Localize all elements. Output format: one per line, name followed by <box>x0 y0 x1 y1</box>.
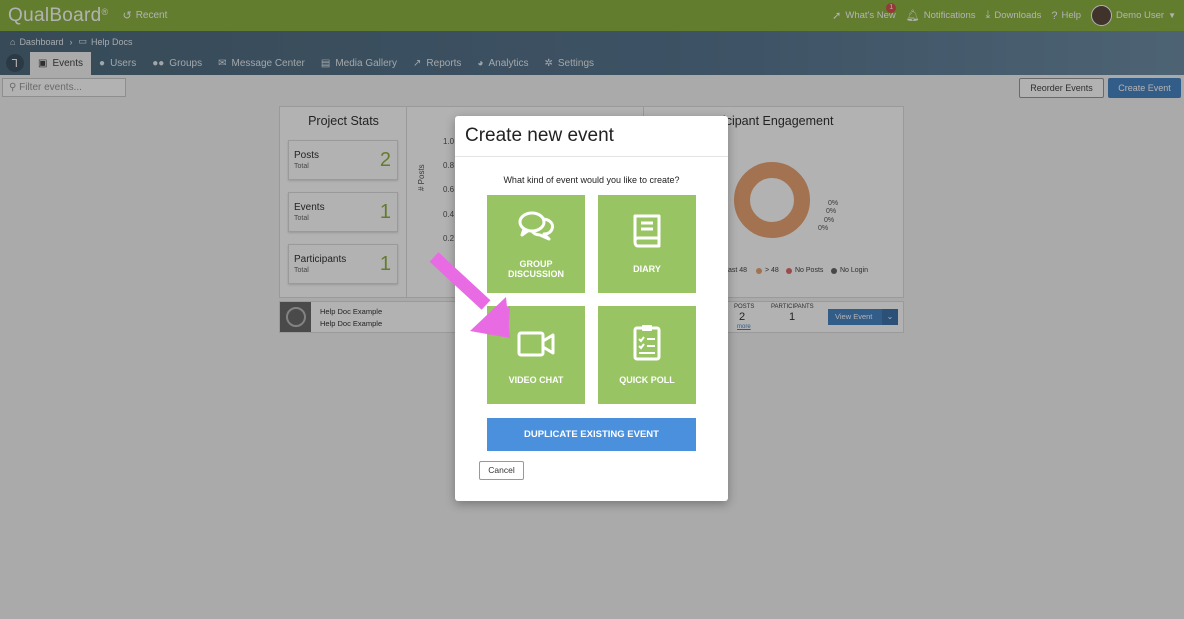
diary-tile[interactable]: DIARY <box>598 195 696 293</box>
quick-poll-tile[interactable]: QUICK POLL <box>598 306 696 404</box>
video-chat-tile[interactable]: VIDEO CHAT <box>487 306 585 404</box>
chat-bubbles-icon <box>518 211 554 241</box>
modal-title: Create new event <box>465 125 614 146</box>
clipboard-check-icon <box>633 325 661 361</box>
video-camera-icon <box>517 331 555 357</box>
modal-divider <box>455 156 728 157</box>
tile-label: DIARY <box>633 264 661 274</box>
group-discussion-tile[interactable]: GROUP DISCUSSION <box>487 195 585 293</box>
create-event-modal: Create new event What kind of event woul… <box>455 116 728 501</box>
duplicate-existing-event-button[interactable]: DUPLICATE EXISTING EVENT <box>487 418 696 451</box>
tile-label: VIDEO CHAT <box>508 375 564 385</box>
tile-label: GROUP <box>519 259 553 269</box>
cancel-button[interactable]: Cancel <box>479 461 524 480</box>
tile-label: DISCUSSION <box>507 269 564 279</box>
tile-label: QUICK POLL <box>619 375 675 385</box>
book-icon <box>633 214 661 248</box>
modal-question: What kind of event would you like to cre… <box>503 175 680 185</box>
